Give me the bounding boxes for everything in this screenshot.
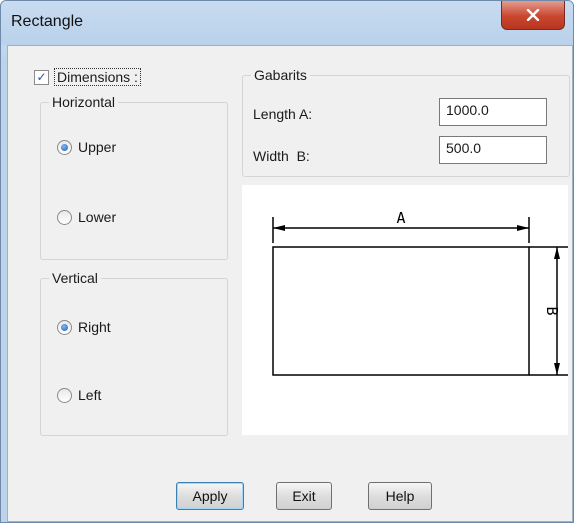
radio-lower-label: Lower bbox=[78, 209, 117, 225]
horizontal-group-label: Horizontal bbox=[49, 93, 119, 111]
checkmark-icon: ✓ bbox=[34, 69, 49, 85]
vertical-group-label: Vertical bbox=[49, 269, 101, 287]
dimensions-label: Dimensions : bbox=[54, 68, 141, 86]
radio-lower[interactable]: Lower bbox=[57, 209, 116, 225]
radio-selected-icon bbox=[57, 319, 72, 335]
radio-unselected-icon bbox=[57, 387, 72, 403]
preview-rectangle bbox=[272, 246, 530, 376]
close-icon bbox=[526, 9, 540, 21]
radio-right-label: Right bbox=[78, 319, 111, 335]
rectangle-dialog: Rectangle ✓ Dimensions : Horizontal Uppe… bbox=[0, 0, 574, 523]
rectangle-preview: A B bbox=[242, 185, 568, 435]
gabarits-group-label: Gabarits bbox=[251, 66, 310, 84]
width-b-input[interactable]: 500.0 bbox=[439, 136, 547, 164]
radio-unselected-icon bbox=[57, 209, 72, 225]
dimension-b-bottom-arrow bbox=[554, 363, 560, 375]
dimension-b-label: B bbox=[543, 306, 561, 315]
width-b-label: Width B: bbox=[253, 148, 310, 164]
length-a-label: Length A: bbox=[253, 106, 313, 122]
radio-selected-icon bbox=[57, 139, 72, 155]
dimensions-checkbox[interactable]: ✓ Dimensions : bbox=[34, 68, 141, 86]
dialog-client-area: ✓ Dimensions : Horizontal Upper Lower Ve… bbox=[7, 45, 573, 522]
apply-button[interactable]: Apply bbox=[176, 482, 244, 510]
radio-right[interactable]: Right bbox=[57, 319, 111, 335]
window-title: Rectangle bbox=[11, 13, 84, 30]
dimension-b-top-arrow bbox=[554, 247, 560, 259]
radio-left-label: Left bbox=[78, 387, 102, 403]
radio-upper[interactable]: Upper bbox=[57, 139, 116, 155]
dimension-a-left-arrow bbox=[273, 225, 285, 231]
dimension-a-right-arrow bbox=[517, 225, 529, 231]
vertical-group: Vertical Right Left bbox=[40, 269, 228, 436]
exit-button[interactable]: Exit bbox=[276, 482, 332, 510]
length-a-input[interactable]: 1000.0 bbox=[439, 98, 547, 126]
radio-upper-label: Upper bbox=[78, 139, 117, 155]
close-button[interactable] bbox=[501, 1, 565, 30]
title-bar: Rectangle bbox=[1, 1, 573, 45]
help-button[interactable]: Help bbox=[368, 482, 432, 510]
horizontal-group: Horizontal Upper Lower bbox=[40, 93, 228, 260]
radio-left[interactable]: Left bbox=[57, 387, 101, 403]
gabarits-group: Gabarits Length A: 1000.0 Width B: 500.0 bbox=[242, 66, 570, 177]
dimension-a-label: A bbox=[396, 209, 405, 227]
rectangle-preview-drawing: A B bbox=[272, 209, 568, 376]
